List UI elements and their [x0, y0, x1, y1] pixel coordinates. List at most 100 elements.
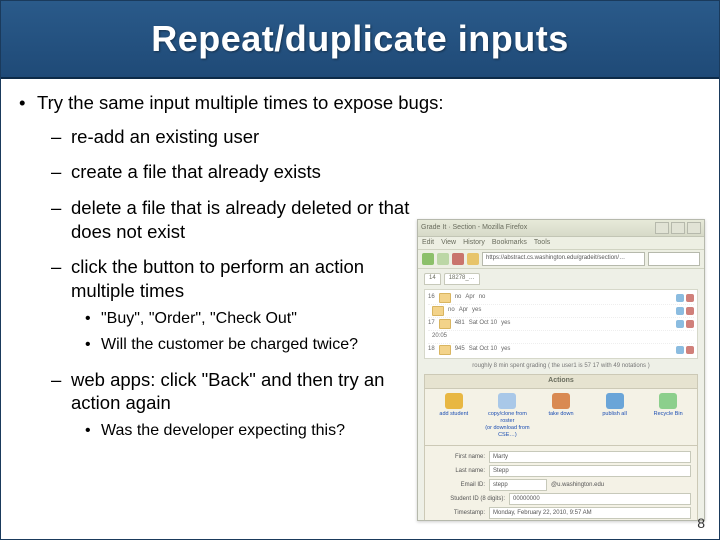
- timestamp-field[interactable]: Monday, February 22, 2010, 9:57 AM: [489, 507, 691, 519]
- label-last-name: Last name:: [431, 468, 485, 476]
- window-titlebar: Grade It · Section - Mozilla Firefox: [418, 220, 704, 237]
- delete-icon[interactable]: [686, 294, 694, 302]
- bullet-e1: Was the developer expecting this?: [85, 421, 431, 441]
- bullet-main-text: Try the same input multiple times to exp…: [37, 92, 444, 113]
- takedown-icon: [552, 393, 570, 409]
- maximize-icon[interactable]: [671, 222, 685, 234]
- search-box[interactable]: [648, 252, 700, 266]
- action-icons: add student copy/clone from roster(or do…: [424, 389, 698, 446]
- folder-icon: [439, 345, 451, 355]
- edit-icon[interactable]: [676, 307, 684, 315]
- close-icon[interactable]: [687, 222, 701, 234]
- cell: yes: [501, 346, 510, 354]
- menu-history[interactable]: History: [463, 239, 485, 248]
- label-first-name: First name:: [431, 454, 485, 462]
- add-student-form: First name: Marty Last name: Stepp Email I…: [424, 446, 698, 521]
- cell: no: [479, 294, 486, 302]
- cell: 18: [428, 346, 435, 354]
- tab-2[interactable]: 18278_…: [444, 273, 480, 285]
- bullet-d-text: click the button to perform an action mu…: [71, 256, 364, 301]
- slide-body: Try the same input multiple times to exp…: [1, 79, 719, 441]
- page-number: 8: [697, 515, 705, 531]
- action-copy-roster[interactable]: copy/clone from roster(or download from …: [481, 393, 535, 439]
- email-suffix: @u.washington.edu: [551, 482, 604, 490]
- action-add-student[interactable]: add student: [427, 393, 481, 439]
- title-bar: Repeat/duplicate inputs: [1, 1, 719, 79]
- menu-view[interactable]: View: [441, 239, 456, 248]
- cell: no: [448, 307, 455, 315]
- tab-1[interactable]: 14: [424, 273, 441, 285]
- folder-icon: [432, 306, 444, 316]
- menu-bookmarks[interactable]: Bookmarks: [492, 239, 527, 248]
- copy-icon: [498, 393, 516, 409]
- action-label: take down: [548, 411, 573, 417]
- window-buttons: [655, 222, 701, 234]
- tabs: 14 18278_…: [424, 273, 698, 285]
- cell: Sat Oct 10: [469, 346, 497, 354]
- email-field[interactable]: stepp: [489, 479, 547, 491]
- reload-icon[interactable]: [452, 253, 464, 265]
- menu-tools[interactable]: Tools: [534, 239, 550, 248]
- cell: Apr: [465, 294, 474, 302]
- label-student-id: Student ID (8 digits):: [431, 496, 505, 504]
- bullet-b: create a file that already exists: [51, 160, 701, 184]
- bullet-a: re-add an existing user: [51, 125, 701, 149]
- embedded-screenshot: Grade It · Section - Mozilla Firefox Edi…: [417, 219, 705, 521]
- slide-title: Repeat/duplicate inputs: [151, 18, 569, 60]
- first-name-field[interactable]: Marty: [489, 451, 691, 463]
- student-id-field[interactable]: 00000000: [509, 493, 691, 505]
- bullet-d1: "Buy", "Order", "Check Out": [85, 309, 431, 329]
- label-timestamp: Timestamp:: [431, 510, 485, 518]
- action-label: Recycle Bin: [654, 411, 683, 417]
- cell: 17: [428, 320, 435, 328]
- slide: Repeat/duplicate inputs Try the same inp…: [0, 0, 720, 540]
- action-label: publish all: [602, 411, 626, 417]
- delete-icon[interactable]: [686, 307, 694, 315]
- last-name-field[interactable]: Stepp: [489, 465, 691, 477]
- menu-edit[interactable]: Edit: [422, 239, 434, 248]
- url-bar[interactable]: https://abstract.cs.washington.edu/grade…: [482, 252, 645, 266]
- window-title: Grade It · Section - Mozilla Firefox: [421, 224, 527, 233]
- delete-icon[interactable]: [686, 346, 694, 354]
- cell: 20:05: [432, 333, 447, 341]
- forward-icon[interactable]: [437, 253, 449, 265]
- grid: 16 no Apr no no Apr yes: [424, 289, 698, 359]
- recycle-icon: [659, 393, 677, 409]
- delete-icon[interactable]: [686, 320, 694, 328]
- cell: Sat Oct 10: [469, 320, 497, 328]
- action-sublabel: (or download from CSE…): [485, 425, 529, 438]
- edit-icon[interactable]: [676, 346, 684, 354]
- edit-icon[interactable]: [676, 294, 684, 302]
- person-icon: [445, 393, 463, 409]
- cell: no: [455, 294, 462, 302]
- bullet-d2: Will the customer be charged twice?: [85, 335, 431, 355]
- table-row: 16 no Apr no: [428, 292, 694, 305]
- action-publish-all[interactable]: publish all: [588, 393, 642, 439]
- minimize-icon[interactable]: [655, 222, 669, 234]
- toolbar: https://abstract.cs.washington.edu/grade…: [418, 250, 704, 269]
- table-row: 17 481 Sat Oct 10 yes: [428, 318, 694, 331]
- page-content: 14 18278_… 16 no Apr no no: [418, 269, 704, 521]
- bullet-c: delete a file that is already deleted or…: [51, 196, 431, 243]
- table-row: 18 945 Sat Oct 10 yes: [428, 344, 694, 356]
- menubar: Edit View History Bookmarks Tools: [418, 237, 704, 250]
- action-recycle-bin[interactable]: Recycle Bin: [641, 393, 695, 439]
- bullet-e: web apps: click "Back" and then try an a…: [51, 368, 431, 442]
- cell: 16: [428, 294, 435, 302]
- cell: yes: [472, 307, 481, 315]
- back-icon[interactable]: [422, 253, 434, 265]
- edit-icon[interactable]: [676, 320, 684, 328]
- actions-header: Actions: [424, 374, 698, 389]
- folder-icon: [439, 293, 451, 303]
- action-label: add student: [439, 411, 468, 417]
- cell: 481: [455, 320, 465, 328]
- label-email: Email ID:: [431, 482, 485, 490]
- bullet-e-text: web apps: click "Back" and then try an a…: [71, 369, 384, 414]
- action-take-down[interactable]: take down: [534, 393, 588, 439]
- home-icon[interactable]: [467, 253, 479, 265]
- table-row: no Apr yes: [428, 305, 694, 318]
- cell: 945: [455, 346, 465, 354]
- cell: yes: [501, 320, 510, 328]
- cell: Apr: [459, 307, 468, 315]
- action-label: copy/clone from roster: [488, 411, 527, 424]
